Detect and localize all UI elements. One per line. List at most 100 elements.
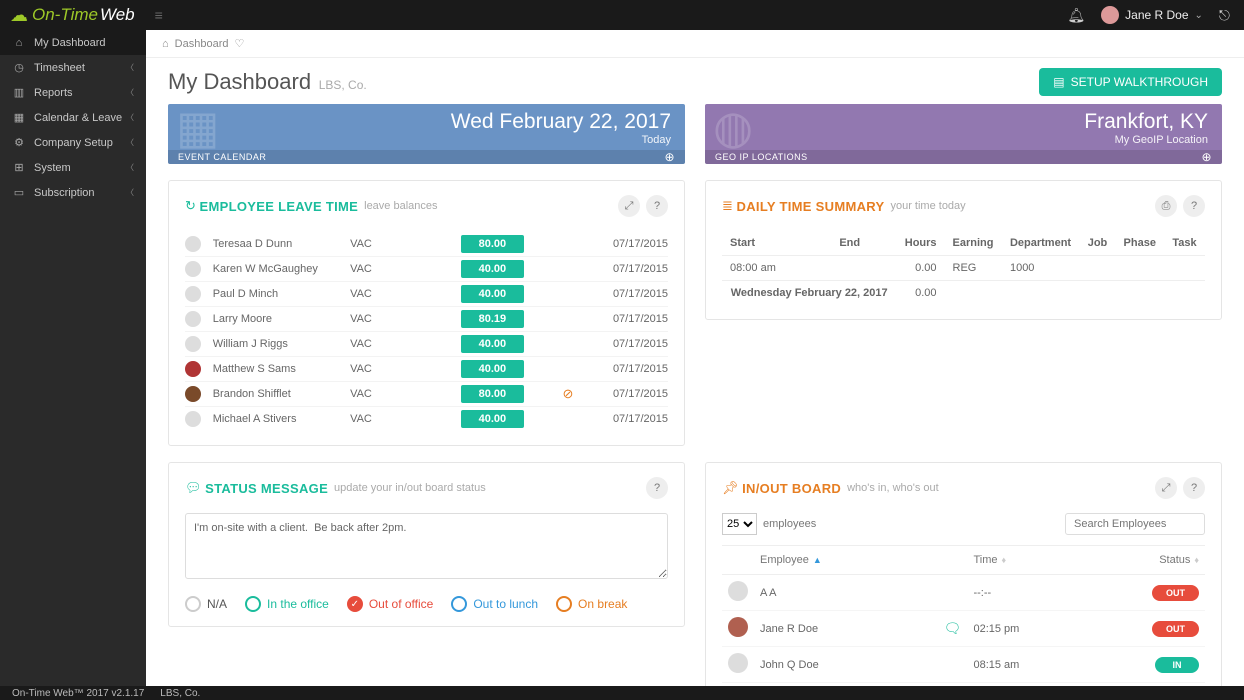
chevron-down-icon: ⌄	[1195, 10, 1203, 21]
board-row[interactable]: Jane R Doe 🗨︎ 02:15 pm OUT	[722, 611, 1205, 647]
card-title: DAILY TIME SUMMARY	[737, 199, 885, 214]
nav-icon: ⌂	[12, 37, 26, 49]
balance-pill: 80.19	[461, 310, 525, 328]
sidebar-item-my-dashboard[interactable]: ⌂My Dashboard	[0, 30, 146, 55]
sort-icon: ♦	[1194, 555, 1199, 565]
menu-toggle-icon[interactable]: ≡	[149, 7, 169, 23]
event-calendar-hero[interactable]: ▦ Wed February 22, 2017 Today EVENT CALE…	[168, 104, 685, 164]
balance-pill: 40.00	[461, 410, 525, 428]
plus-icon[interactable]: ⊕	[664, 150, 675, 164]
radio-icon	[245, 596, 261, 612]
footer: On-Time Web™ 2017 v2.1.17 LBS, Co.	[0, 686, 1244, 700]
list-icon: ≣	[722, 198, 733, 214]
status-message-input[interactable]	[185, 513, 668, 579]
plus-icon[interactable]: ⊕	[1201, 150, 1212, 164]
balance-pill: 80.00	[461, 385, 525, 403]
card-title: STATUS MESSAGE	[205, 481, 328, 496]
status-radio-on-break[interactable]: On break	[556, 596, 627, 612]
sidebar-item-system[interactable]: ⊞System〈	[0, 155, 146, 180]
main-content: ⌂ Dashboard ♡ My Dashboard LBS, Co. ▤ SE…	[146, 30, 1244, 686]
chevron-left-icon: 〈	[126, 112, 134, 123]
avatar	[185, 286, 201, 302]
avatar	[185, 261, 201, 277]
breadcrumb-label[interactable]: Dashboard	[175, 38, 229, 50]
sidebar-item-company-setup[interactable]: ⚙Company Setup〈	[0, 130, 146, 155]
status-message-card: 💬︎ STATUS MESSAGE update your in/out boa…	[168, 462, 685, 627]
balance-pill: 40.00	[461, 335, 525, 353]
calendar-icon: ▦	[176, 104, 219, 154]
board-row[interactable]: A A --:-- OUT	[722, 575, 1205, 611]
search-employees-input[interactable]	[1065, 513, 1205, 535]
board-row[interactable]: John Q Doe 08:15 am IN	[722, 647, 1205, 683]
layout-icon: ▤	[1053, 75, 1064, 89]
logo[interactable]: ☁ On-Time Web	[0, 0, 145, 30]
leave-row[interactable]: Matthew S Sams VAC 40.00 07/17/2015	[185, 356, 668, 381]
leave-row[interactable]: Teresaa D Dunn VAC 80.00 07/17/2015	[185, 231, 668, 256]
page-subtitle: LBS, Co.	[319, 78, 367, 92]
balance-pill: 40.00	[461, 260, 525, 278]
heart-icon[interactable]: ♡	[234, 37, 244, 50]
sort-asc-icon: ▲	[813, 555, 822, 565]
nav-icon: ◷	[12, 61, 26, 74]
daily-summary-card: ≣ DAILY TIME SUMMARY your time today ⎙ ?…	[705, 180, 1222, 320]
setup-walkthrough-button[interactable]: ▤ SETUP WALKTHROUGH	[1039, 68, 1222, 96]
sidebar: ⌂My Dashboard◷Timesheet〈▥Reports〈▦Calend…	[0, 30, 146, 686]
leave-row[interactable]: Karen W McGaughey VAC 40.00 07/17/2015	[185, 256, 668, 281]
leave-row[interactable]: William J Riggs VAC 40.00 07/17/2015	[185, 331, 668, 356]
avatar	[728, 653, 748, 673]
card-title: IN/OUT BOARD	[742, 481, 841, 496]
status-radio-out-to-lunch[interactable]: Out to lunch	[451, 596, 538, 612]
pin-icon: 📌︎	[722, 480, 739, 496]
geoip-hero[interactable]: ◍ Frankfort, KY My GeoIP Location GEO IP…	[705, 104, 1222, 164]
cloud-icon: ☁	[10, 5, 28, 26]
chevron-left-icon: 〈	[126, 87, 134, 98]
radio-icon	[451, 596, 467, 612]
radio-icon: ✓	[347, 596, 363, 612]
expand-icon[interactable]: ⤢	[1155, 477, 1177, 499]
col-status[interactable]: Status♦	[1085, 546, 1205, 575]
help-icon[interactable]: ?	[646, 477, 668, 499]
sidebar-item-timesheet[interactable]: ◷Timesheet〈	[0, 55, 146, 80]
help-icon[interactable]: ?	[1183, 195, 1205, 217]
leave-row[interactable]: Michael A Stivers VAC 40.00 07/17/2015	[185, 406, 668, 431]
leave-row[interactable]: Larry Moore VAC 80.19 07/17/2015	[185, 306, 668, 331]
status-radio-in-the-office[interactable]: In the office	[245, 596, 329, 612]
avatar	[728, 617, 748, 637]
status-radio-out-of-office[interactable]: ✓Out of office	[347, 596, 433, 612]
message-icon[interactable]: 🗨︎	[943, 620, 961, 636]
status-radio-n-a[interactable]: N/A	[185, 596, 227, 612]
help-icon[interactable]: ?	[1183, 477, 1205, 499]
breadcrumb: ⌂ Dashboard ♡	[146, 30, 1244, 58]
avatar	[185, 361, 201, 377]
daily-summary-table: StartEndHoursEarningDepartmentJobPhaseTa…	[722, 231, 1205, 305]
topbar: ☁ On-Time Web ≡ 🔔︎ Jane R Doe ⌄ ⎋	[0, 0, 1244, 30]
sidebar-item-reports[interactable]: ▥Reports〈	[0, 80, 146, 105]
col-time[interactable]: Time♦	[967, 546, 1085, 575]
inout-board-card: 📌︎ IN/OUT BOARD who's in, who's out ⤢ ? …	[705, 462, 1222, 686]
help-icon[interactable]: ?	[646, 195, 668, 217]
leave-row[interactable]: Paul D Minch VAC 40.00 07/17/2015	[185, 281, 668, 306]
avatar	[1101, 6, 1119, 24]
user-name: Jane R Doe	[1125, 8, 1188, 22]
chevron-left-icon: 〈	[126, 62, 134, 73]
avatar	[185, 311, 201, 327]
bell-icon[interactable]: 🔔︎	[1067, 7, 1085, 24]
chevron-left-icon: 〈	[126, 187, 134, 198]
sidebar-item-calendar-leave[interactable]: ▦Calendar & Leave〈	[0, 105, 146, 130]
radio-icon	[185, 596, 201, 612]
page-size-select[interactable]: 25	[722, 513, 757, 535]
status-pill: IN	[1155, 657, 1199, 673]
expand-icon[interactable]: ⤢	[618, 195, 640, 217]
leave-row[interactable]: Brandon Shifflet VAC 80.00 ⊘ 07/17/2015	[185, 381, 668, 406]
avatar	[185, 336, 201, 352]
warning-icon: ⊘	[556, 386, 580, 402]
user-menu[interactable]: Jane R Doe ⌄	[1101, 6, 1203, 24]
col-employee[interactable]: Employee▲	[754, 546, 937, 575]
globe-icon: ◍	[713, 104, 753, 154]
print-icon[interactable]: ⎙	[1155, 195, 1177, 217]
nav-icon: ⚙	[12, 136, 26, 149]
sidebar-item-subscription[interactable]: ▭Subscription〈	[0, 180, 146, 205]
home-icon[interactable]: ⌂	[162, 38, 169, 50]
nav-icon: ▭	[12, 186, 26, 199]
logout-icon[interactable]: ⎋	[1219, 7, 1230, 24]
